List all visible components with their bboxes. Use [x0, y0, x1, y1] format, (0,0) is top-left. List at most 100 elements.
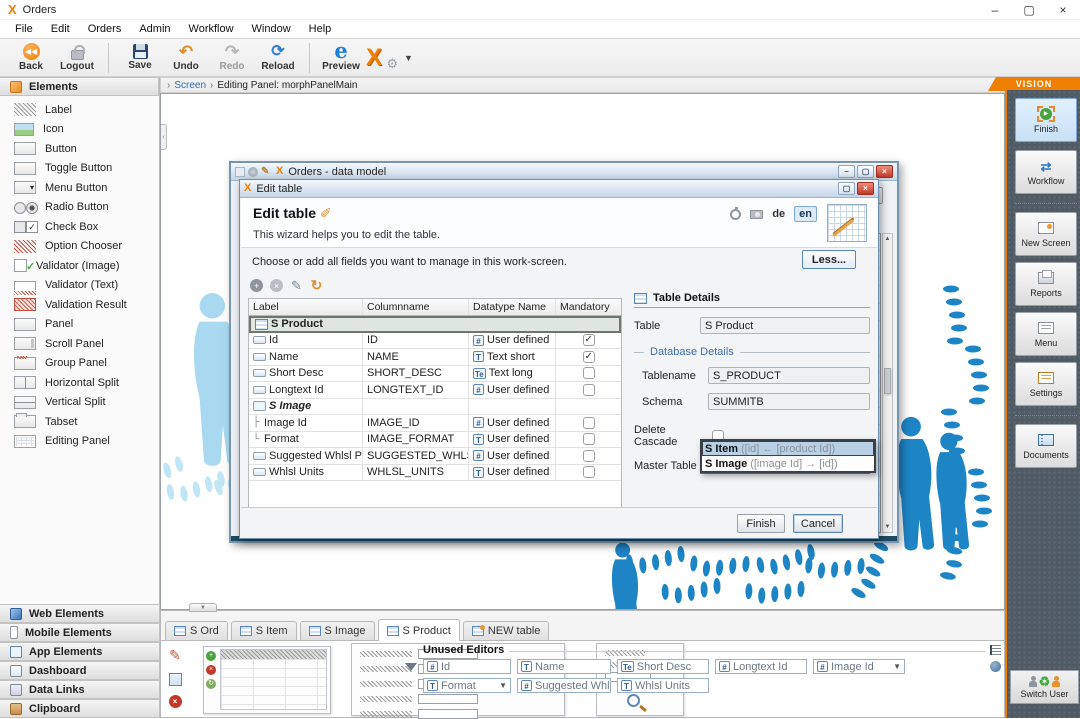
edit-table-dialog[interactable]: X Edit table ▢ × Edit table✐ This wizard… [239, 179, 879, 539]
schema-field[interactable]: SUMMITB [708, 393, 870, 410]
element-radio-button[interactable]: Radio Button [0, 198, 159, 218]
timer-icon[interactable] [730, 209, 741, 220]
edit-table-titlebar[interactable]: X Edit table ▢ × [240, 180, 878, 198]
element-group-panel[interactable]: Group Panel [0, 354, 159, 374]
maximize-button[interactable]: ▢ [1012, 0, 1046, 20]
tablename-field[interactable]: S_PRODUCT [708, 367, 870, 384]
tab-new-table[interactable]: NEW table [463, 621, 550, 640]
scroll-thumb[interactable] [884, 368, 891, 394]
tab-s-ord[interactable]: S Ord [165, 621, 228, 640]
element-vertical-split[interactable]: Vertical Split [0, 393, 159, 413]
sidebar-item-clipboard[interactable]: Clipboard [0, 699, 160, 718]
delete-row-icon[interactable]: × [270, 279, 283, 292]
sidebar-item-dashboard[interactable]: Dashboard [0, 661, 160, 680]
master-table-dropdown-list[interactable]: S Item([id] ← [product Id]) S Image([ima… [700, 439, 876, 473]
filter-icon[interactable] [405, 663, 417, 671]
scroll-down-icon[interactable]: ▼ [883, 522, 892, 532]
editor-chip-id[interactable]: #Id [423, 659, 511, 674]
dropdown-option[interactable]: S Image([image Id] → [id]) [702, 456, 874, 471]
table-row[interactable]: Suggested Whlsl Price SUGGESTED_WHLSL_PR… [249, 448, 621, 465]
menu-orders[interactable]: Orders [79, 21, 131, 37]
lang-en-button[interactable]: en [794, 206, 817, 222]
new-screen-button[interactable]: New Screen [1015, 212, 1077, 256]
tab-s-image[interactable]: S Image [300, 621, 375, 640]
collapse-handle[interactable]: ‹ [160, 124, 167, 150]
dialog-close-button[interactable]: × [857, 182, 874, 195]
menu-file[interactable]: File [6, 21, 42, 37]
menu-window[interactable]: Window [243, 21, 300, 37]
mandatory-checkbox[interactable] [583, 433, 595, 445]
reload-button[interactable]: ⟳Reload [257, 41, 299, 75]
preview-button[interactable]: ePreview [320, 41, 362, 75]
delete-icon[interactable]: × [169, 695, 182, 708]
element-editing-panel[interactable]: Editing Panel [0, 432, 159, 452]
globe-icon[interactable] [990, 661, 1001, 672]
add-row-icon[interactable]: + [250, 279, 263, 292]
scrollbar-vertical[interactable]: ▲ ▼ [882, 233, 893, 533]
table-row-subgroup[interactable]: S Image [249, 399, 621, 416]
element-label[interactable]: Label [0, 100, 159, 120]
table-row-group[interactable]: S Product [249, 316, 621, 333]
element-button[interactable]: Button [0, 139, 159, 159]
mandatory-checkbox[interactable] [583, 367, 595, 379]
tab-s-item[interactable]: S Item [231, 621, 297, 640]
element-icon[interactable]: Icon [0, 120, 159, 140]
camera-icon[interactable] [750, 210, 763, 219]
minimize-button[interactable]: – [978, 0, 1012, 20]
back-button[interactable]: ◀◀Back [10, 41, 52, 75]
editor-chip-image-id[interactable]: #Image Id▼ [813, 659, 905, 674]
element-validation-result[interactable]: Validation Result [0, 295, 159, 315]
mandatory-checkbox[interactable] [583, 351, 595, 363]
table-row[interactable]: Name NAME TText short [249, 349, 621, 366]
reports-button[interactable]: Reports [1015, 262, 1077, 306]
editor-chip-suggested-whlsl[interactable]: #Suggested Whlsl... [517, 678, 611, 693]
fields-table[interactable]: LabelColumnname Datatype NameMandatory S… [248, 298, 622, 520]
editor-chip-longtext-id[interactable]: #Longtext Id [715, 659, 807, 674]
editor-chip-name[interactable]: TName [517, 659, 611, 674]
element-horizontal-split[interactable]: Horizontal Split [0, 373, 159, 393]
table-screen-thumbnail[interactable]: +×↻ [203, 646, 331, 714]
element-validator-image[interactable]: Validator (Image) [0, 256, 159, 276]
element-toggle-button[interactable]: Toggle Button [0, 159, 159, 179]
table-row[interactable]: ├Image Id IMAGE_ID #User defined [249, 415, 621, 432]
cancel-button[interactable]: Cancel [793, 514, 843, 533]
redo-button[interactable]: ↷Redo [211, 41, 253, 75]
menu-button[interactable]: Menu [1015, 312, 1077, 356]
switch-user-button[interactable]: ♻ Switch User [1010, 670, 1079, 704]
element-panel[interactable]: Panel [0, 315, 159, 335]
mandatory-checkbox[interactable] [583, 466, 595, 478]
mandatory-checkbox[interactable] [583, 417, 595, 429]
refresh-icon[interactable]: ↻ [310, 279, 323, 292]
sidebar-item-web-elements[interactable]: Web Elements [0, 604, 160, 623]
logout-button[interactable]: Logout [56, 41, 98, 75]
settings-button[interactable]: Settings [1015, 362, 1077, 406]
scroll-up-icon[interactable]: ▲ [883, 234, 892, 244]
elements-section-header[interactable]: Elements [0, 77, 159, 96]
editor-chip-whlsl-units[interactable]: TWhlsl Units [617, 678, 709, 693]
edit-row-icon[interactable]: ✎ [290, 279, 303, 292]
lang-de-button[interactable]: de [772, 208, 785, 220]
finish-button[interactable]: Finish [737, 514, 785, 533]
database-details-section[interactable]: Database Details [634, 346, 870, 358]
menu-workflow[interactable]: Workflow [180, 21, 243, 37]
less-button[interactable]: Less... [802, 250, 856, 269]
menu-edit[interactable]: Edit [42, 21, 79, 37]
table-name-field[interactable]: S Product [700, 317, 870, 334]
sidebar-item-mobile-elements[interactable]: Mobile Elements [0, 623, 160, 642]
sidebar-item-data-links[interactable]: Data Links [0, 680, 160, 699]
chevron-down-icon[interactable]: ▼ [404, 53, 413, 63]
grid-view-icon[interactable] [990, 645, 1001, 655]
element-menu-button[interactable]: ▾Menu Button [0, 178, 159, 198]
menu-help[interactable]: Help [300, 21, 341, 37]
finish-sidebar-button[interactable]: Finish [1015, 98, 1077, 142]
form-icon[interactable] [169, 673, 182, 686]
table-row[interactable]: Longtext Id LONGTEXT_ID #User defined [249, 382, 621, 399]
tab-s-product[interactable]: S Product [378, 619, 460, 641]
undo-button[interactable]: ↶Undo [165, 41, 207, 75]
dropdown-option[interactable]: S Item([id] ← [product Id]) [702, 441, 874, 456]
sidebar-item-app-elements[interactable]: App Elements [0, 642, 160, 661]
element-option-chooser[interactable]: Option Chooser [0, 237, 159, 257]
mandatory-checkbox[interactable] [583, 384, 595, 396]
element-check-box[interactable]: Check Box [0, 217, 159, 237]
table-row[interactable]: Id ID #User defined [249, 333, 621, 350]
